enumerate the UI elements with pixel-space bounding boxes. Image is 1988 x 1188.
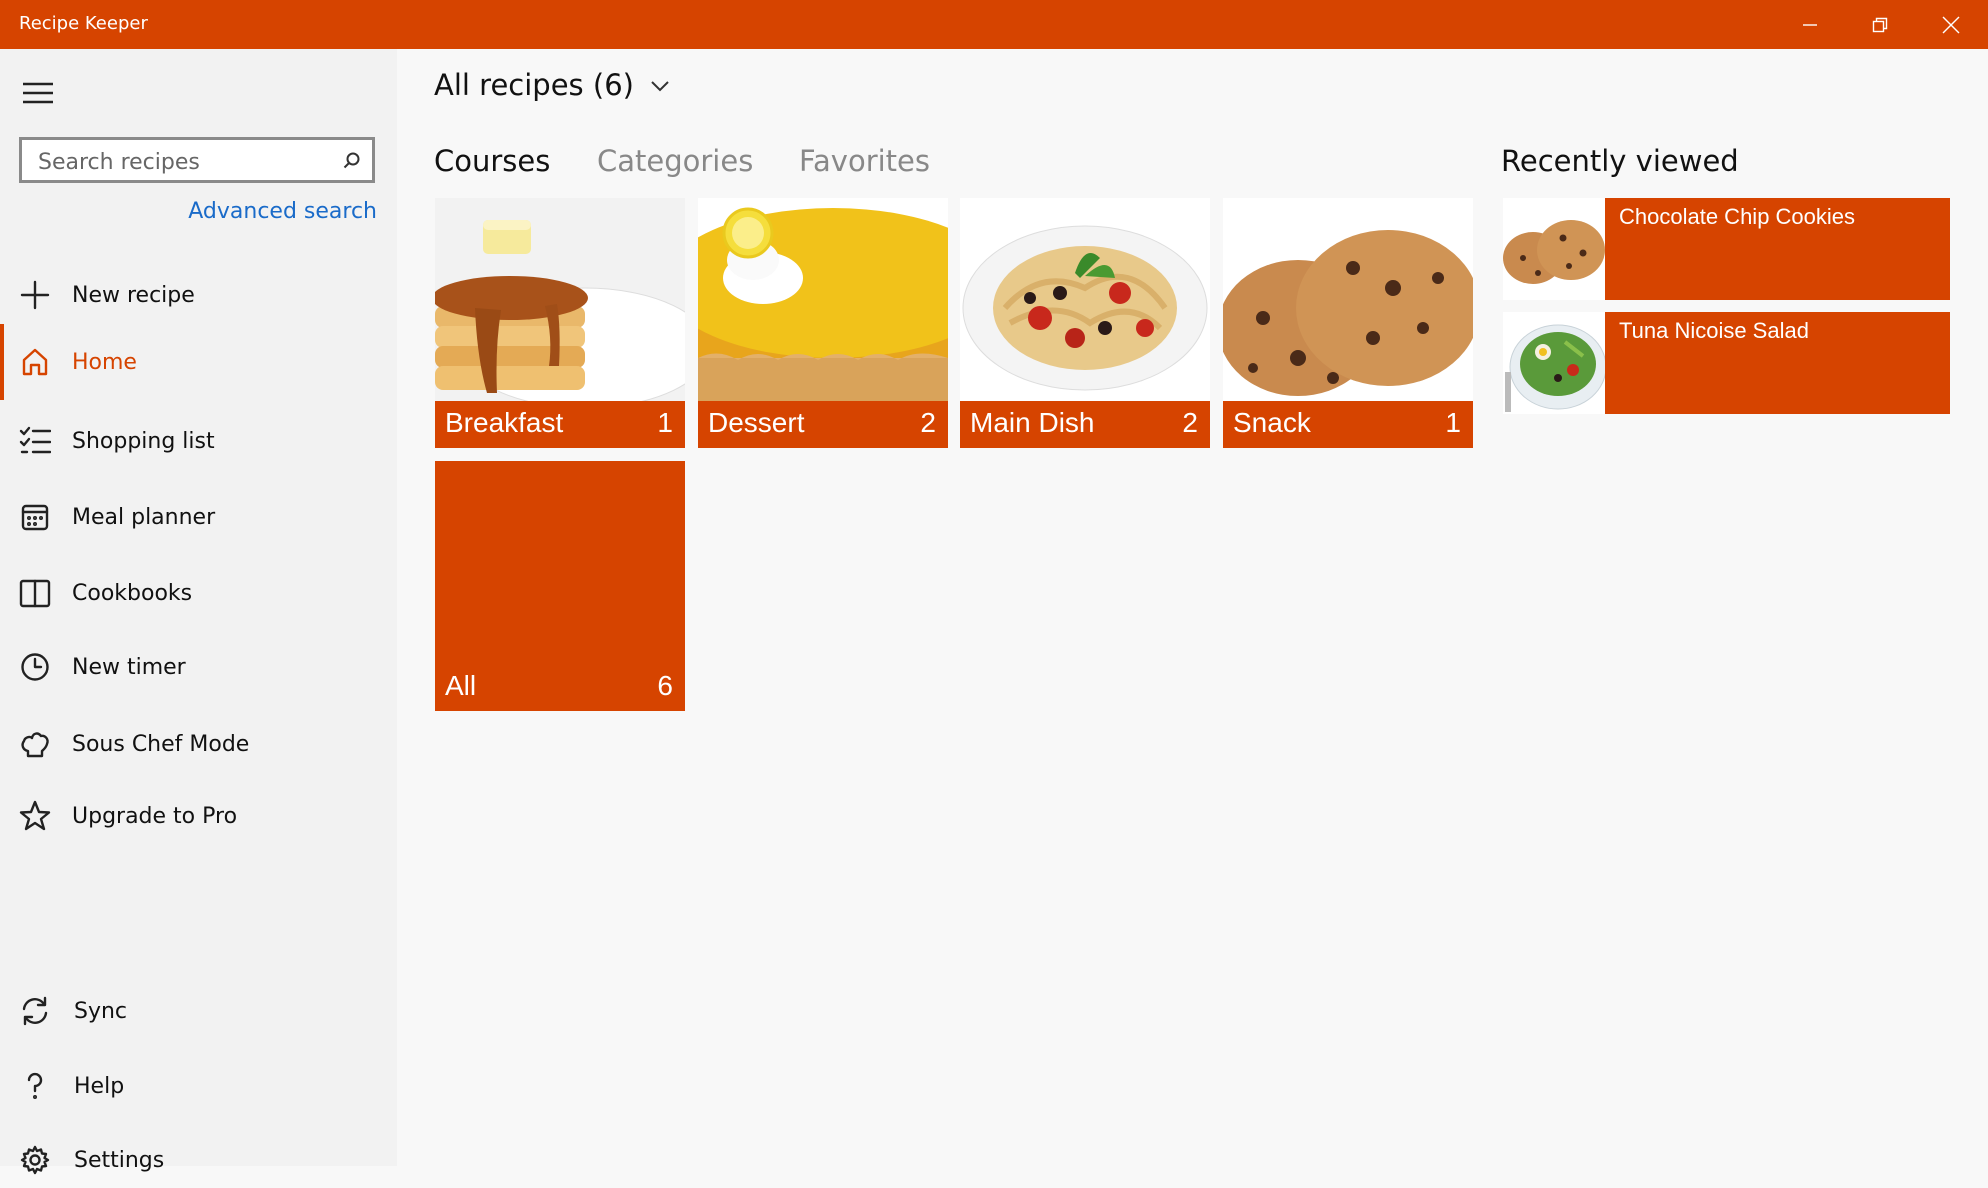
minimize-icon [1803,23,1817,26]
sidebar-item-label: Cookbooks [72,580,193,606]
sidebar-item-settings[interactable]: Settings [0,1132,397,1188]
recipe-card: Tuna Nicoise Salad [1605,312,1950,414]
new-recipe-label: New recipe [72,282,195,308]
sidebar-item-meal-planner[interactable]: Meal planner [0,489,397,545]
star-icon [17,798,53,834]
home-icon [17,344,53,380]
salad-image [1503,312,1605,414]
sidebar: Advanced search New recipe Home Shopping… [0,49,397,1175]
checklist-icon [17,423,53,459]
tile-caption: All 6 [435,664,685,711]
sidebar-item-sync[interactable]: Sync [0,983,397,1039]
tile-caption: Snack 1 [1223,401,1473,448]
course-tile-breakfast[interactable]: Breakfast 1 [435,198,685,448]
course-tile-all[interactable]: All 6 [435,461,685,711]
close-icon [1942,16,1960,33]
course-tile-main-dish[interactable]: Main Dish 2 [960,198,1210,448]
sidebar-item-label: Sous Chef Mode [72,731,250,757]
new-recipe-button[interactable]: New recipe [0,267,397,323]
minimize-button[interactable] [1775,0,1845,49]
sidebar-item-label: Help [74,1073,125,1099]
recipe-card: Chocolate Chip Cookies [1605,198,1950,300]
book-icon [17,575,53,611]
cookies-image [1503,198,1605,300]
cookies-image [1223,198,1473,401]
sidebar-item-sous-chef-mode[interactable]: Sous Chef Mode [0,716,397,772]
sidebar-item-label: Home [72,349,137,375]
course-count: 1 [1445,407,1461,438]
tile-caption: Main Dish 2 [960,401,1210,448]
chef-hat-icon [17,726,53,762]
restore-button[interactable] [1845,0,1915,49]
course-name: Snack [1233,407,1311,438]
restore-icon [1872,17,1888,32]
sidebar-item-cookbooks[interactable]: Cookbooks [0,565,397,621]
course-count: 6 [657,670,673,701]
hamburger-menu-button[interactable] [18,74,58,112]
search-input[interactable] [36,146,330,178]
course-name: Breakfast [445,407,564,438]
recipe-thumbnail [1503,198,1605,300]
chevron-down-icon [651,81,669,92]
course-count: 2 [1182,407,1198,438]
sidebar-item-label: Meal planner [72,504,216,530]
page-title: All recipes (6) [434,68,634,102]
clock-icon [17,649,53,685]
tile-caption: Dessert 2 [698,401,948,448]
calendar-icon [17,499,53,535]
sidebar-item-upgrade-to-pro[interactable]: Upgrade to Pro [0,788,397,844]
course-tile-snack[interactable]: Snack 1 [1223,198,1473,448]
sidebar-item-help[interactable]: Help [0,1058,397,1114]
advanced-search-link[interactable]: Advanced search [188,199,377,224]
help-icon [17,1068,53,1104]
sidebar-item-label: Settings [74,1147,165,1173]
course-count: 1 [657,407,673,438]
tab-courses[interactable]: Courses [434,144,550,178]
tab-categories[interactable]: Categories [597,144,753,178]
active-indicator [0,324,4,400]
sidebar-item-label: New timer [72,654,186,680]
lemon-tart-image [698,198,948,401]
course-count: 2 [920,407,936,438]
course-name: Dessert [708,407,805,438]
hamburger-icon [23,82,53,104]
sidebar-item-home[interactable]: Home [0,324,397,400]
recent-recipe-tuna-nicoise-salad[interactable]: Tuna Nicoise Salad [1503,312,1950,414]
recent-recipe-chocolate-chip-cookies[interactable]: Chocolate Chip Cookies [1503,198,1950,300]
search-icon[interactable] [342,151,362,171]
tab-favorites[interactable]: Favorites [799,144,930,178]
course-name: All [445,670,477,701]
sidebar-item-label: Shopping list [72,428,215,454]
app-title: Recipe Keeper [19,13,148,34]
tile-caption: Breakfast 1 [435,401,685,448]
course-tile-dessert[interactable]: Dessert 2 [698,198,948,448]
search-box [19,137,375,183]
gear-icon [17,1142,53,1178]
course-name: Main Dish [970,407,1095,438]
sidebar-item-label: Sync [74,998,128,1024]
close-button[interactable] [1916,0,1986,49]
recipe-thumbnail [1503,312,1605,414]
recently-viewed-title: Recently viewed [1501,144,1739,178]
sidebar-item-shopping-list[interactable]: Shopping list [0,413,397,469]
sync-icon [17,993,53,1029]
sidebar-item-new-timer[interactable]: New timer [0,639,397,695]
recipe-name: Chocolate Chip Cookies [1619,204,1856,229]
title-bar: Recipe Keeper [0,0,1988,49]
recipe-name: Tuna Nicoise Salad [1619,318,1809,343]
spaghetti-image [960,198,1210,401]
plus-icon [17,277,53,313]
recipe-filter-dropdown[interactable]: All recipes (6) [434,68,670,102]
pancakes-image [435,198,685,401]
sidebar-item-label: Upgrade to Pro [72,803,238,829]
